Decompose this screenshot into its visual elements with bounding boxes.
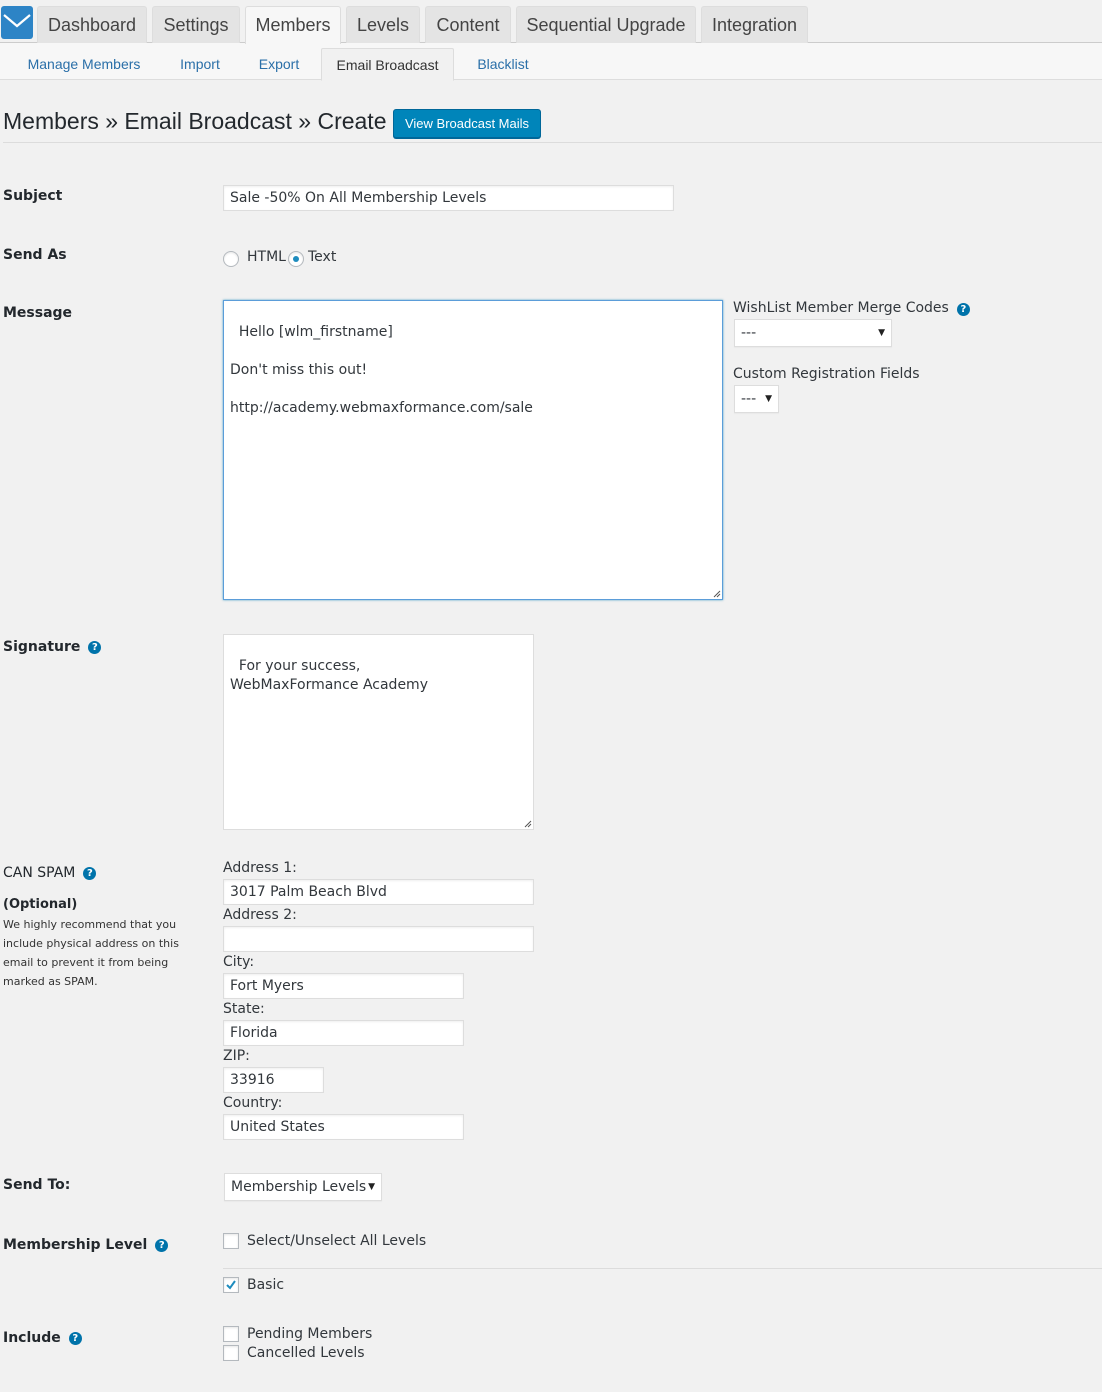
signature-text: For your success, WebMaxFormance Academy — [230, 658, 428, 693]
checkmark-icon — [226, 1280, 236, 1290]
merge-codes-label-text: WishList Member Merge Codes — [733, 300, 949, 316]
pending-members-checkbox[interactable] — [223, 1326, 239, 1342]
send-as-label-text: Send As — [3, 247, 67, 263]
address1-input[interactable]: 3017 Palm Beach Blvd — [223, 879, 534, 905]
message-label-text: Message — [3, 305, 73, 321]
level-basic-label[interactable]: Basic — [247, 1277, 284, 1293]
can-spam-label: CAN SPAM? — [3, 865, 97, 881]
message-label: Message — [3, 305, 72, 321]
country-input[interactable]: United States — [223, 1114, 464, 1140]
subtab-blacklist[interactable]: Blacklist — [463, 48, 543, 80]
membership-level-label: Membership Level? — [3, 1237, 169, 1253]
include-label: Include? — [3, 1330, 82, 1346]
subject-label: Subject — [3, 188, 62, 204]
merge-codes-label: WishList Member Merge Codes? — [733, 300, 970, 316]
subtab-email-broadcast[interactable]: Email Broadcast — [321, 48, 454, 81]
send-to-select[interactable]: Membership Levels ▼ — [224, 1173, 382, 1201]
help-icon[interactable]: ? — [956, 303, 970, 316]
divider — [3, 142, 1102, 143]
tab-integration[interactable]: Integration — [701, 6, 808, 43]
zip-input[interactable]: 33916 — [223, 1067, 324, 1093]
tab-levels[interactable]: Levels — [346, 6, 420, 43]
subtab-import[interactable]: Import — [165, 48, 235, 80]
page-title: Members » Email Broadcast » Create — [3, 108, 387, 134]
send-to-label-text: Send To: — [3, 1177, 71, 1193]
merge-codes-select[interactable]: --- ▼ — [734, 319, 892, 347]
signature-label: Signature? — [3, 639, 102, 655]
help-icon[interactable]: ? — [68, 1331, 82, 1345]
custom-fields-value: --- — [741, 391, 757, 407]
tab-dashboard[interactable]: Dashboard — [37, 6, 147, 43]
city-label: City: — [223, 954, 255, 970]
level-basic-checkbox[interactable] — [223, 1277, 239, 1293]
resize-grip-icon[interactable] — [712, 589, 721, 598]
pending-members-label[interactable]: Pending Members — [247, 1326, 372, 1342]
city-input[interactable]: Fort Myers — [223, 973, 464, 999]
tab-settings[interactable]: Settings — [152, 6, 240, 43]
divider — [223, 1268, 1102, 1269]
signature-label-text: Signature — [3, 639, 81, 655]
can-spam-note: We highly recommend that you include phy… — [3, 918, 179, 988]
send-as-label: Send As — [3, 247, 67, 263]
help-icon[interactable]: ? — [155, 1238, 169, 1252]
send-as-html-radio[interactable] — [223, 251, 239, 267]
select-all-levels-label[interactable]: Select/Unselect All Levels — [247, 1233, 426, 1249]
custom-fields-select[interactable]: --- ▼ — [734, 385, 779, 413]
dropdown-arrow-icon: ▼ — [878, 328, 885, 338]
subtab-manage-members[interactable]: Manage Members — [12, 48, 156, 80]
send-to-label: Send To: — [3, 1177, 70, 1193]
tab-members[interactable]: Members — [245, 6, 341, 44]
select-all-levels-checkbox[interactable] — [223, 1233, 239, 1249]
send-to-value: Membership Levels — [231, 1179, 367, 1195]
country-label: Country: — [223, 1095, 283, 1111]
address2-label: Address 2: — [223, 907, 297, 923]
tab-content[interactable]: Content — [425, 6, 511, 43]
wishlist-logo-icon[interactable] — [1, 6, 33, 39]
membership-level-label-text: Membership Level — [3, 1237, 148, 1253]
view-broadcast-mails-button[interactable]: View Broadcast Mails — [393, 109, 541, 138]
cancelled-levels-label[interactable]: Cancelled Levels — [247, 1345, 365, 1361]
dropdown-arrow-icon: ▼ — [368, 1182, 375, 1192]
tab-sequential-upgrade[interactable]: Sequential Upgrade — [516, 6, 696, 43]
dropdown-arrow-icon: ▼ — [765, 394, 772, 404]
include-label-text: Include — [3, 1330, 61, 1346]
address2-input[interactable] — [223, 926, 534, 952]
custom-fields-label: Custom Registration Fields — [733, 366, 920, 382]
can-spam-optional: (Optional) — [3, 897, 78, 912]
subject-label-text: Subject — [3, 188, 63, 204]
send-as-text-label[interactable]: Text — [308, 249, 336, 265]
merge-codes-value: --- — [741, 325, 757, 341]
state-input[interactable]: Florida — [223, 1020, 464, 1046]
message-textarea[interactable]: Hello [wlm_firstname] Don't miss this ou… — [223, 300, 723, 600]
send-as-text-radio[interactable] — [288, 251, 304, 267]
send-as-html-label[interactable]: HTML — [247, 249, 286, 265]
help-icon[interactable]: ? — [88, 640, 102, 654]
can-spam-label-text: CAN SPAM — [3, 865, 76, 881]
cancelled-levels-checkbox[interactable] — [223, 1345, 239, 1361]
subject-input[interactable]: Sale -50% On All Membership Levels — [223, 185, 674, 211]
message-text: Hello [wlm_firstname] Don't miss this ou… — [230, 324, 533, 416]
sub-nav: Manage Members Import Export Email Broad… — [0, 43, 1102, 81]
signature-textarea[interactable]: For your success, WebMaxFormance Academy — [223, 634, 534, 830]
subtab-export[interactable]: Export — [245, 48, 313, 80]
help-icon[interactable]: ? — [83, 866, 97, 880]
address1-label: Address 1: — [223, 860, 297, 876]
state-label: State: — [223, 1001, 265, 1017]
top-nav: Dashboard Settings Members Levels Conten… — [0, 0, 1102, 44]
resize-grip-icon[interactable] — [523, 819, 532, 828]
zip-label: ZIP: — [223, 1048, 250, 1064]
